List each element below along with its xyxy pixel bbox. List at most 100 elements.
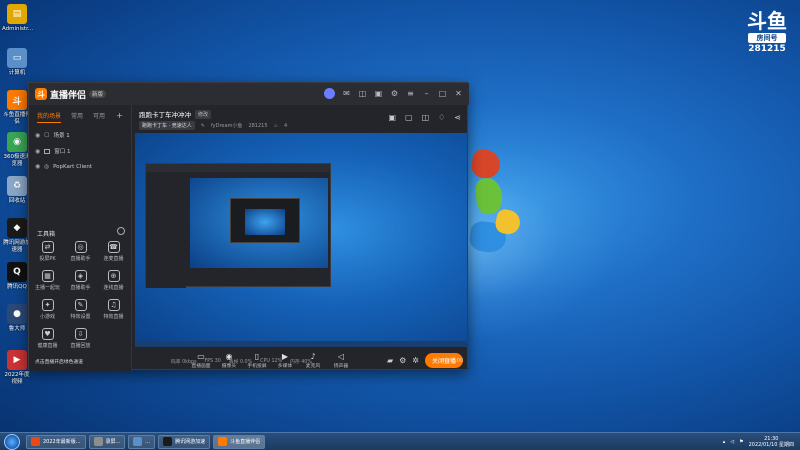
douyu-logo: 斗鱼 <box>747 9 787 33</box>
video-icon: ▶ <box>7 350 27 370</box>
tool-item[interactable]: ⇩ 直播回放 <box>64 328 97 349</box>
tool-item[interactable]: ◈ 直播助手 <box>64 270 97 291</box>
mail-icon[interactable]: ▣ <box>374 89 383 98</box>
stat-fps: FPS 30 <box>204 359 221 364</box>
app-logo-icon: 斗 <box>35 88 47 100</box>
tool-icon: ✦ <box>41 299 54 311</box>
toolbox-settings-icon[interactable] <box>117 227 125 235</box>
folder-icon: ▤ <box>7 4 27 24</box>
stat-drop: 丢帧 0.0% <box>228 360 253 365</box>
status-warning[interactable]: 点击直播开启绿色通道 <box>35 358 83 365</box>
app-logo: 斗 直播伴侣 新版 <box>35 88 107 101</box>
hot-count: 4 <box>284 122 288 129</box>
tool-icon: ✎ <box>74 299 87 311</box>
menu-icon[interactable]: ≡ <box>406 89 415 98</box>
window-icon <box>44 148 51 154</box>
stream-preview[interactable] <box>135 133 467 347</box>
tool-item[interactable]: ✦ 小游戏 <box>31 299 64 320</box>
hot-icon: ♨ <box>273 122 279 129</box>
tool-icon: ⇄ <box>41 241 54 253</box>
tool-item[interactable]: ⇄ 投屏PK <box>31 241 64 262</box>
tool-icon: ♥ <box>41 328 54 340</box>
tool-icon: ⊕ <box>107 270 120 282</box>
douyu-room-badge: 斗鱼 房间号 281215 <box>744 10 790 54</box>
edit-title-button[interactable]: 修改 <box>195 109 212 119</box>
tool-icon: ▦ <box>41 270 54 282</box>
tool-icon: ♫ <box>107 299 120 311</box>
tab-my-scenes[interactable]: 我的场景 <box>37 111 62 123</box>
tool-icon: ☎ <box>107 241 120 253</box>
room-number: 281215 <box>748 44 786 54</box>
window-icon <box>133 437 143 446</box>
sidebar-tabs: 我的场景 常用 可用 + <box>29 105 131 127</box>
app-version-badge: 新版 <box>89 90 107 98</box>
screenshot-icon[interactable]: ▣ <box>388 113 396 122</box>
avatar[interactable] <box>324 88 335 99</box>
add-scene-icon[interactable]: + <box>116 111 123 123</box>
clock[interactable]: 21:30 2022/01/10 星期四 <box>749 436 794 448</box>
stream-timer: 00:00:00 <box>441 359 463 364</box>
eye-icon[interactable]: ◉ <box>35 132 40 139</box>
network-icon[interactable]: ▴ <box>723 439 726 445</box>
tool-item[interactable]: ◎ 直播助手 <box>64 241 97 262</box>
stat-bitrate: 码率 0kbps <box>170 360 197 365</box>
taskbar-item[interactable]: ... <box>128 434 156 449</box>
taskbar-item[interactable]: 录屏... <box>88 434 126 449</box>
settings-icon[interactable]: ⚙ <box>390 89 399 98</box>
start-button[interactable] <box>4 433 20 450</box>
room-title: 跑跑卡丁车冲冲冲 修改 <box>139 109 212 119</box>
minimize-icon[interactable]: – <box>422 89 431 98</box>
taskbar-item-active[interactable]: 斗鱼直播伴侣 <box>213 434 266 449</box>
lock-icon[interactable]: ▢ <box>405 113 413 122</box>
title-icons: ✉ ◫ ▣ ⚙ ≡ – □ ✕ <box>324 88 463 99</box>
tool-item[interactable]: ♥ 健康直播 <box>31 328 64 349</box>
taskbar-item[interactable]: 腾讯网游加速 <box>158 434 211 449</box>
tool-icon: ⇩ <box>74 328 87 340</box>
recorder-icon <box>93 437 103 446</box>
eye-icon[interactable]: ◉ <box>35 163 40 170</box>
record-icon[interactable]: ◫ <box>422 113 430 122</box>
eye-icon[interactable]: ◉ <box>35 148 40 155</box>
scene-item[interactable]: ◉ ◎ PopKart Client <box>29 159 131 174</box>
category-tag[interactable]: 跑跑卡丁车 · 竞速达人 <box>139 121 195 130</box>
ludashi-icon: ● <box>7 304 27 324</box>
lock-icon[interactable]: ▢ <box>44 132 49 138</box>
app-sidebar: 我的场景 常用 可用 + ◉ ▢ 场景 1 ◉ 窗口 1 ◉ ◎ PopKart… <box>29 105 132 371</box>
share-icon[interactable]: ⋖ <box>454 113 461 122</box>
system-tray: ▴ ◁ ⚑ 21:30 2022/01/10 星期四 <box>723 436 794 448</box>
browser-icon: ◉ <box>7 132 27 152</box>
accelerator-icon: ◆ <box>7 218 27 238</box>
scene-item[interactable]: ◉ 窗口 1 <box>29 143 131 159</box>
tool-item[interactable]: ☎ 连麦直播 <box>97 241 130 262</box>
flag-icon[interactable]: ⚑ <box>739 439 743 445</box>
tool-item[interactable]: ▦ 主播一起玩 <box>31 270 64 291</box>
bell-icon[interactable]: ♢ <box>438 113 445 122</box>
message-icon[interactable]: ✉ <box>342 89 351 98</box>
close-icon[interactable]: ✕ <box>454 89 463 98</box>
game-icon: ◎ <box>44 163 50 170</box>
stat-mem: 内存 40% <box>290 360 312 365</box>
preview-nested-window <box>145 163 331 288</box>
tool-item[interactable]: ✎ 特效设置 <box>64 299 97 320</box>
volume-icon[interactable]: ◁ <box>730 439 734 445</box>
gift-icon[interactable]: ◫ <box>358 89 367 98</box>
preview-taskbar <box>135 341 467 347</box>
desktop-icon-admin[interactable]: ▤ Administr... <box>2 4 33 33</box>
taskbar-item[interactable]: 2022年最新版... <box>26 434 86 449</box>
toolbox-title: 工具箱 <box>37 231 56 238</box>
tool-item[interactable]: ⊕ 连线直播 <box>97 270 130 291</box>
app-titlebar: 斗 直播伴侣 新版 ✉ ◫ ▣ ⚙ ≡ – □ ✕ <box>29 83 469 105</box>
room-id: 281215 <box>248 122 268 129</box>
maximize-icon[interactable]: □ <box>438 89 447 98</box>
scene-item[interactable]: ◉ ▢ 场景 1 <box>29 127 131 143</box>
room-tag: 房间号 <box>748 33 786 43</box>
recycle-bin-icon: ♻ <box>7 176 27 196</box>
desktop-icon-computer[interactable]: ▭ 计算机 <box>2 48 32 77</box>
tab-common[interactable]: 常用 <box>71 111 83 123</box>
browser-icon <box>31 437 40 446</box>
edit-icon[interactable]: ✎ <box>201 123 205 129</box>
room-meta: 跑跑卡丁车 · 竞速达人 ✎ fyDream小鱼 281215 ♨ 4 <box>139 121 287 130</box>
toolbox-grid: ⇄ 投屏PK ◎ 直播助手 ☎ 连麦直播 ▦ 主播一起玩 ◈ 直播助手 ⊕ 连线直播 ✦ 小游… <box>31 241 131 349</box>
tab-available[interactable]: 可用 <box>93 111 105 123</box>
tool-item[interactable]: ♫ 特效直播 <box>97 299 130 320</box>
